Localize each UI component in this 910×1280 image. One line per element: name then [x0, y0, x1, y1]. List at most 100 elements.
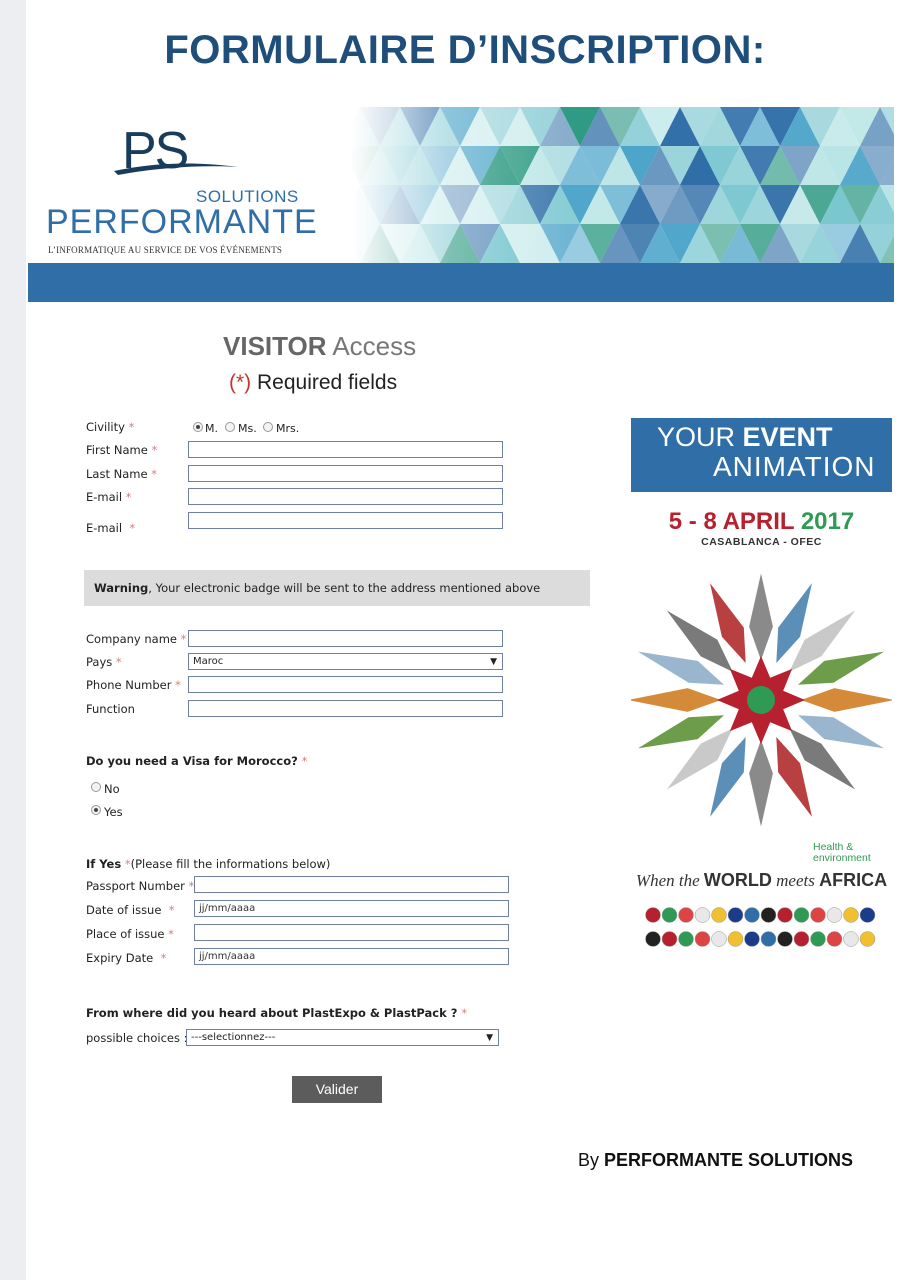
phone-input[interactable] — [188, 676, 503, 693]
source-select[interactable]: ---selectionnez--- ▼ — [186, 1029, 499, 1046]
country-label: Pays * — [86, 655, 122, 669]
ad-venue: CASABLANCA - OFEC — [701, 536, 822, 548]
flag-icon — [859, 931, 876, 947]
logo-swoosh-icon — [114, 163, 238, 175]
last-name-input[interactable] — [188, 465, 503, 482]
civility-option-mrs: Mrs. — [276, 422, 300, 435]
flag-icon — [810, 907, 826, 923]
flag-icon — [793, 931, 810, 947]
left-margin-strip — [0, 0, 26, 1280]
email-input[interactable] — [188, 488, 503, 505]
civility-radio-m[interactable] — [193, 422, 203, 432]
flag-icon — [826, 931, 843, 947]
civility-radio-ms[interactable] — [225, 422, 235, 432]
ad-header: YOUR EVENT ANIMATION — [631, 418, 892, 492]
flag-icon — [645, 931, 661, 947]
flag-icon — [760, 931, 777, 947]
date-of-issue-label: Date of issue * — [86, 903, 175, 917]
email-confirm-input[interactable] — [188, 512, 503, 529]
expiry-date-input[interactable]: jj/mm/aaaa — [194, 948, 509, 965]
ad-dates: 5 - 8 APRIL 2017 — [668, 508, 855, 535]
country-flags-graphic — [645, 907, 876, 947]
flag-icon — [744, 931, 760, 947]
function-input[interactable] — [188, 700, 503, 717]
civility-option-m: M. — [205, 422, 218, 435]
last-name-label: Last Name * — [86, 467, 157, 481]
logo-tagline: L’INFORMATIQUE AU SERVICE DE VOS ÉVÉNEME… — [48, 245, 283, 255]
passport-number-label: Passport Number * — [86, 879, 195, 893]
flag-icon — [843, 931, 859, 947]
company-name-input[interactable] — [188, 630, 503, 647]
civility-radio-mrs[interactable] — [263, 422, 273, 432]
flag-icon — [661, 931, 678, 947]
if-yes-heading: If Yes *(Please fill the informations be… — [86, 857, 331, 871]
header-banner: PS SOLUTIONS PERFORMANTE L’INFORMATIQUE … — [28, 107, 894, 302]
collage-tile — [631, 688, 721, 712]
civility-label: Civility * — [86, 420, 135, 434]
flag-icon — [678, 907, 694, 923]
visa-question: Do you need a Visa for Morocco? * — [86, 754, 308, 768]
company-name-label: Company name * — [86, 632, 187, 646]
flag-icon — [645, 907, 661, 923]
place-of-issue-label: Place of issue * — [86, 927, 174, 941]
collage-tile — [749, 740, 773, 827]
logo-name-text: PERFORMANTE — [46, 203, 318, 241]
visa-option-no: No — [104, 782, 120, 796]
flag-icon — [793, 907, 810, 923]
ad-health-tag: Health & environment — [813, 841, 871, 864]
civility-option-ms: Ms. — [238, 422, 257, 435]
collage-tile — [749, 573, 773, 660]
collage-tile — [801, 688, 892, 712]
ad-slogan: When the WORLD meets AFRICA — [635, 870, 888, 890]
flag-icon — [777, 907, 793, 923]
possible-choices-label: possible choices : — [86, 1031, 188, 1045]
ad-headline-2: ANIMATION — [713, 451, 876, 482]
submit-button[interactable]: Valider — [292, 1076, 382, 1103]
page-title: FORMULAIRE D’INSCRIPTION: — [164, 28, 766, 72]
center-emblem — [747, 686, 775, 714]
visa-radio-yes[interactable] — [91, 805, 101, 815]
flag-icon — [843, 907, 859, 923]
email-confirm-label: E-mail * — [86, 521, 136, 535]
email-label: E-mail * — [86, 490, 132, 504]
flag-icon — [727, 931, 744, 947]
place-of-issue-input[interactable] — [194, 924, 509, 941]
flag-icon — [826, 907, 843, 923]
flag-icon — [810, 931, 826, 947]
flag-icon — [777, 931, 793, 947]
dropdown-arrow-icon: ▼ — [486, 1033, 493, 1043]
function-label: Function — [86, 702, 135, 716]
source-selected-value: ---selectionnez--- — [191, 1032, 276, 1043]
country-selected-value: Maroc — [193, 656, 224, 667]
expiry-date-label: Expiry Date * — [86, 951, 167, 965]
passport-number-input[interactable] — [194, 876, 509, 893]
flag-icon — [678, 931, 694, 947]
ad-headline-1: YOUR EVENT — [657, 422, 833, 452]
first-name-label: First Name * — [86, 443, 158, 457]
event-advertisement: YOUR EVENT ANIMATION 5 - 8 APRIL 2017 CA… — [631, 418, 892, 972]
country-select[interactable]: Maroc ▼ — [188, 653, 503, 670]
triangle-pattern-graphic — [350, 107, 894, 263]
flag-icon — [744, 907, 760, 923]
star-collage-graphic — [631, 573, 892, 827]
first-name-input[interactable] — [188, 441, 503, 458]
footer-credit: By PERFORMANTE SOLUTIONS — [578, 1150, 854, 1170]
source-question: From where did you heard about PlastExpo… — [86, 1006, 468, 1020]
warning-box: Warning, Your electronic badge will be s… — [84, 570, 590, 606]
flag-icon — [727, 907, 744, 923]
phone-label: Phone Number * — [86, 678, 181, 692]
flag-icon — [711, 931, 727, 947]
date-of-issue-input[interactable]: jj/mm/aaaa — [194, 900, 509, 917]
dropdown-arrow-icon: ▼ — [490, 657, 497, 667]
form-heading: VISITOR Access — [223, 331, 417, 361]
performante-logo: PS SOLUTIONS PERFORMANTE L’INFORMATIQUE … — [44, 121, 334, 261]
flag-icon — [859, 907, 876, 923]
flag-icon — [760, 907, 777, 923]
visa-option-yes: Yes — [104, 805, 123, 819]
flag-icon — [661, 907, 678, 923]
flag-icon — [711, 907, 727, 923]
flag-icon — [694, 931, 711, 947]
visa-radio-no[interactable] — [91, 782, 101, 792]
banner-bar — [28, 263, 894, 302]
required-fields-note: (*) Required fields — [229, 371, 398, 394]
